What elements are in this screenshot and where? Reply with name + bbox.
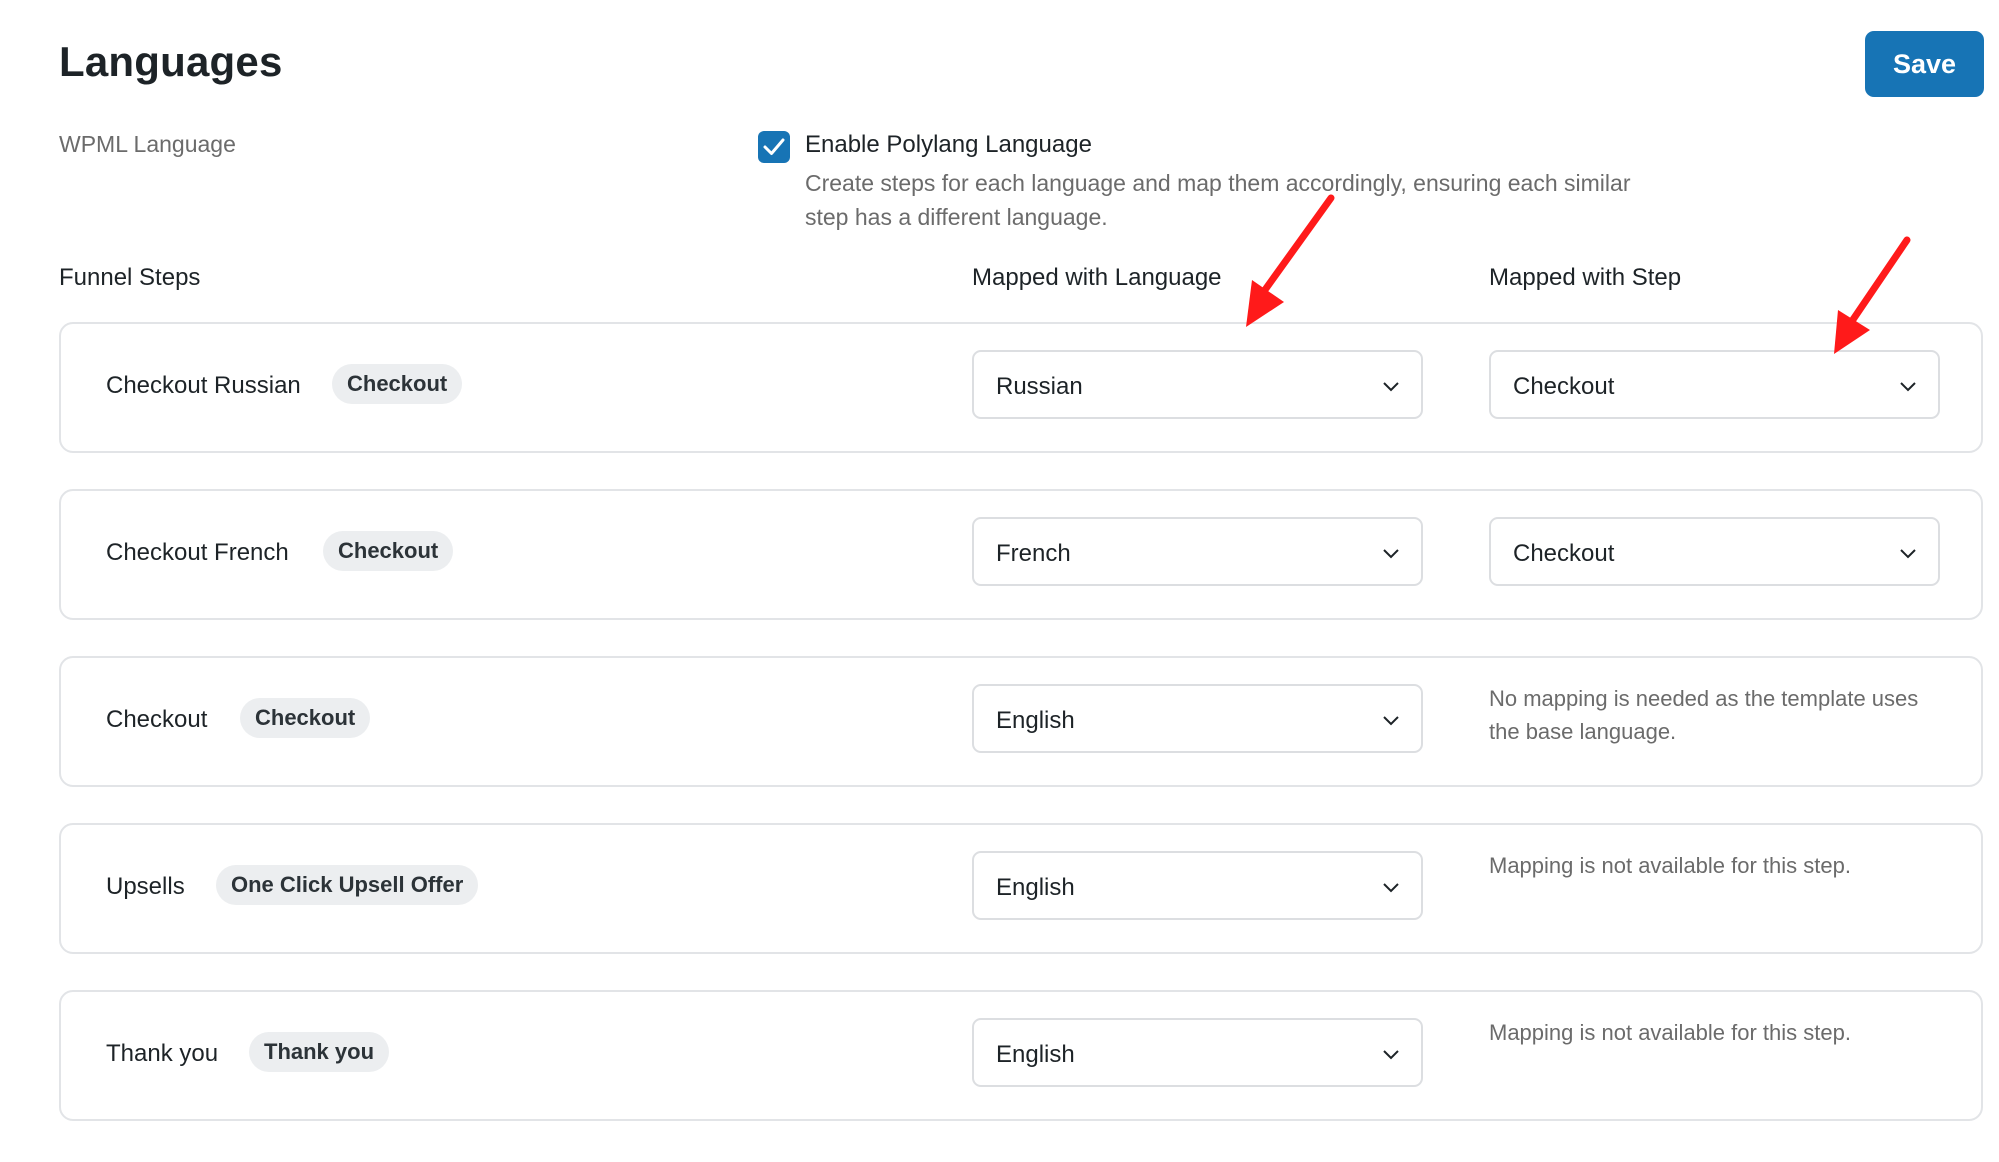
chevron-down-icon (1383, 883, 1399, 893)
wpml-language-label: WPML Language (59, 131, 236, 157)
step-name: Thank you (106, 1040, 219, 1067)
polylang-description: Create steps for each language and map t… (805, 170, 1631, 230)
step-type-badge: Checkout (323, 531, 454, 571)
chevron-down-icon (1383, 716, 1399, 726)
language-select-value: French (996, 540, 1071, 567)
save-button[interactable]: Save (1865, 31, 1984, 97)
step-select[interactable]: Checkout (1489, 517, 1940, 586)
funnel-step-row: Checkout French Checkout French Checkout (59, 489, 1983, 620)
chevron-down-icon (1900, 549, 1916, 559)
step-name: Checkout Russian (106, 372, 301, 399)
step-type-badge: One Click Upsell Offer (216, 865, 479, 905)
chevron-down-icon (1383, 382, 1399, 392)
step-type-badge: Thank you (249, 1032, 390, 1072)
funnel-step-row: Checkout Checkout English No mapping is … (59, 656, 1983, 787)
language-select-value: English (996, 707, 1075, 734)
step-name: Upsells (106, 873, 185, 900)
step-type-badge: Checkout (332, 364, 463, 404)
step-select-value: Checkout (1513, 373, 1615, 400)
language-select[interactable]: English (972, 1018, 1423, 1087)
chevron-down-icon (1383, 1050, 1399, 1060)
page-title: Languages (59, 38, 283, 85)
language-select[interactable]: Russian (972, 350, 1423, 419)
step-name: Checkout French (106, 539, 289, 566)
chevron-down-icon (1900, 382, 1916, 392)
language-select[interactable]: French (972, 517, 1423, 586)
chevron-down-icon (1383, 549, 1399, 559)
column-funnel-steps: Funnel Steps (59, 264, 201, 291)
language-select-value: Russian (996, 373, 1083, 400)
mapping-note: No mapping is needed as the template use… (1489, 686, 1919, 744)
step-name: Checkout (106, 706, 208, 733)
red-arrow-icon (1834, 236, 1911, 354)
red-arrow-icon (1246, 194, 1335, 327)
enable-polylang-label: Enable Polylang Language (805, 131, 1092, 158)
enable-polylang-checkbox[interactable] (758, 131, 790, 163)
language-select-value: English (996, 874, 1075, 901)
language-select[interactable]: English (972, 684, 1423, 753)
column-mapped-step: Mapped with Step (1489, 264, 1682, 291)
mapping-note: Mapping is not available for this step. (1489, 1020, 1851, 1045)
column-mapped-language: Mapped with Language (972, 264, 1222, 291)
check-icon (763, 138, 785, 155)
step-type-badge: Checkout (240, 698, 371, 738)
funnel-step-row: Checkout Russian Checkout Russian Checko… (59, 322, 1983, 453)
funnel-step-row: Upsells One Click Upsell Offer English M… (59, 823, 1983, 954)
step-select-value: Checkout (1513, 540, 1615, 567)
language-select-value: English (996, 1041, 1075, 1068)
funnel-step-row: Thank you Thank you English Mapping is n… (59, 990, 1983, 1121)
mapping-note: Mapping is not available for this step. (1489, 853, 1851, 878)
language-select[interactable]: English (972, 851, 1423, 920)
